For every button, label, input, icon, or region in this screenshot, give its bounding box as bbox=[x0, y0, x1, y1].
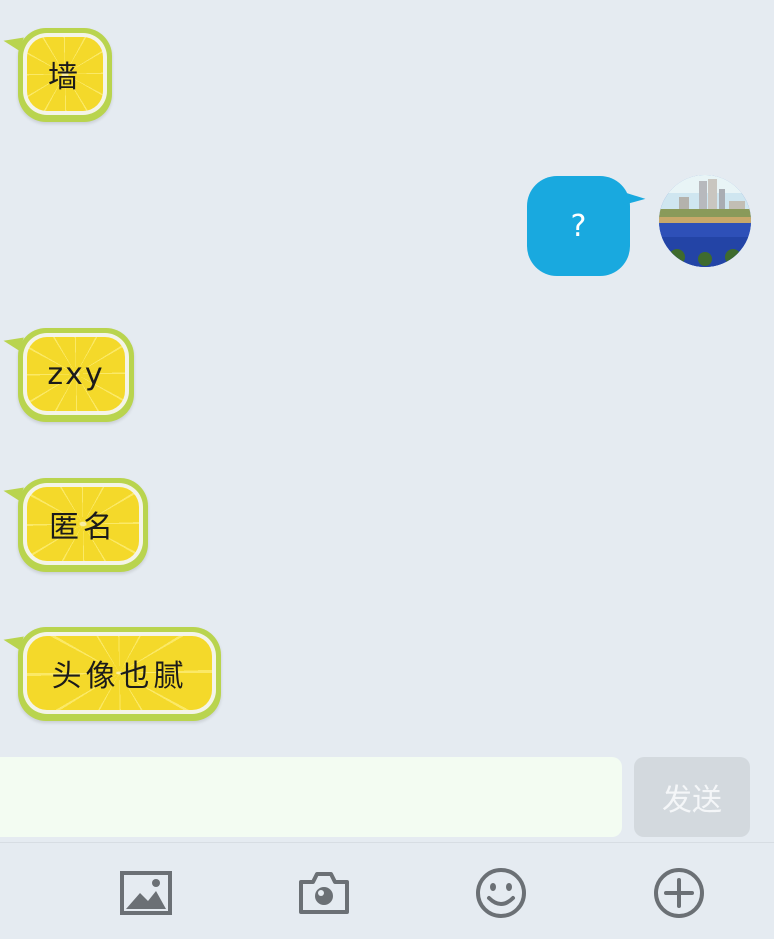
avatar-photo-icon bbox=[659, 175, 751, 267]
plus-icon[interactable] bbox=[651, 865, 707, 921]
lemon-flesh: zxy bbox=[27, 337, 125, 411]
incoming-message-bubble[interactable]: zxy bbox=[18, 328, 134, 422]
incoming-message-bubble[interactable]: 墙 bbox=[18, 28, 112, 122]
emoji-icon[interactable] bbox=[473, 865, 529, 921]
outgoing-message-bubble[interactable]: ? bbox=[527, 176, 630, 276]
send-button[interactable]: 发送 bbox=[634, 757, 750, 837]
message-text: ? bbox=[570, 208, 587, 244]
lemon-flesh: 头像也腻 bbox=[27, 636, 212, 710]
incoming-message-bubble[interactable]: 头像也腻 bbox=[18, 627, 221, 721]
chat-message-list[interactable]: 墙 ? zxy 匿名 头像也腻 bbox=[0, 0, 774, 745]
lemon-flesh: 墙 bbox=[27, 37, 103, 111]
message-input[interactable] bbox=[0, 757, 622, 837]
message-text: 匿名 bbox=[49, 510, 117, 545]
image-icon[interactable] bbox=[118, 865, 174, 921]
avatar[interactable] bbox=[659, 175, 751, 267]
composer-bar: 发送 bbox=[0, 745, 774, 939]
message-text: 头像也腻 bbox=[51, 659, 188, 694]
camera-icon[interactable] bbox=[296, 865, 352, 921]
lemon-flesh: 匿名 bbox=[27, 487, 139, 561]
message-text: 墙 bbox=[48, 60, 82, 95]
incoming-message-bubble[interactable]: 匿名 bbox=[18, 478, 148, 572]
divider bbox=[0, 842, 774, 843]
send-button-label: 发送 bbox=[662, 783, 722, 818]
message-text: zxy bbox=[47, 356, 105, 392]
